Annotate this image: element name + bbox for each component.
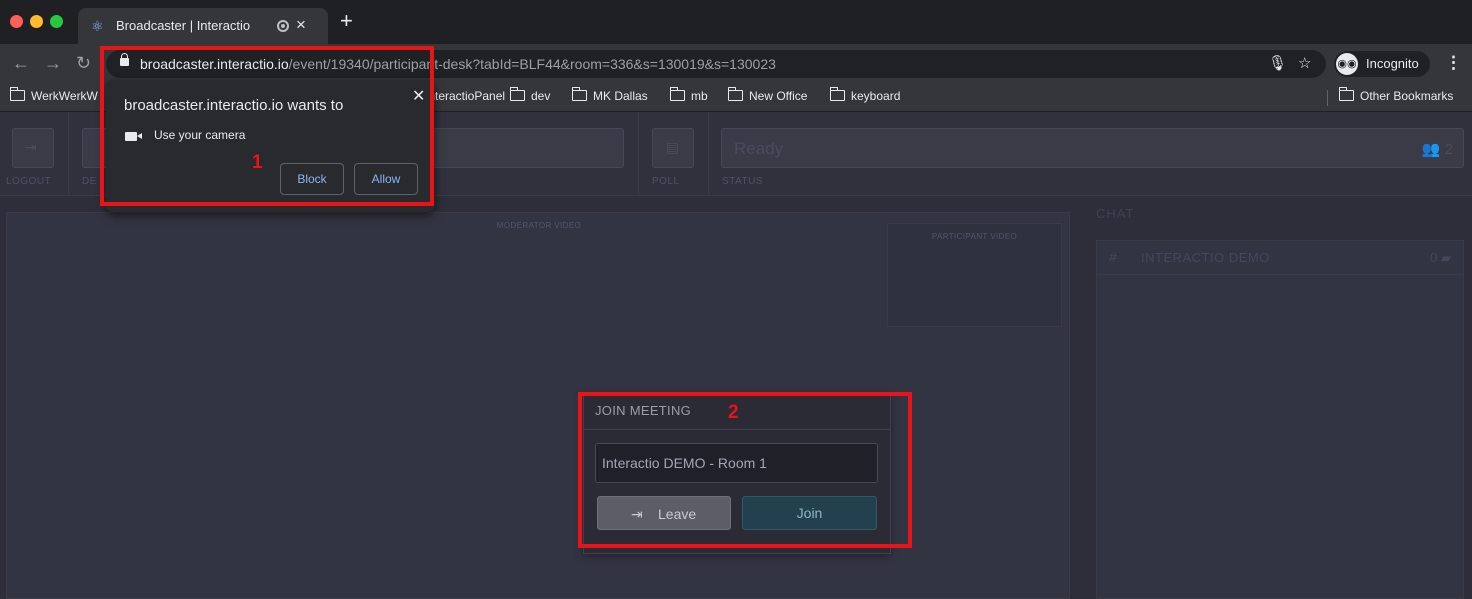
close-tab-icon[interactable]: ×: [296, 15, 306, 35]
topbar-divider: [68, 112, 69, 196]
back-arrow-icon[interactable]: ←: [12, 53, 30, 74]
bookmark-keyboard[interactable]: keyboard: [830, 87, 900, 103]
poll-button[interactable]: ▤: [652, 128, 694, 168]
status-label: STATUS: [722, 176, 763, 187]
folder-icon: [830, 87, 845, 101]
annotation-box-2: [578, 392, 912, 548]
close-window-button[interactable]: [10, 15, 23, 28]
tab-title: Broadcaster | Interactio: [116, 18, 251, 33]
microphone-icon[interactable]: 🎙: [1268, 54, 1287, 72]
annotation-number-2: 2: [728, 402, 739, 423]
topbar-divider: [708, 112, 709, 196]
browser-menu-icon[interactable]: ⋮: [1445, 53, 1462, 73]
bookmarks-divider: [1327, 90, 1328, 106]
participant-video: PARTICIPANT VIDEO: [887, 223, 1062, 327]
incognito-profile-button[interactable]: ◉◉ Incognito: [1334, 51, 1430, 77]
forward-arrow-icon[interactable]: →: [44, 53, 62, 74]
chat-unread-count: 0: [1430, 250, 1438, 265]
chat-channel-name: INTERACTIO DEMO: [1141, 250, 1270, 265]
bookmark-dev[interactable]: dev: [510, 87, 550, 103]
desk-label: DE: [82, 176, 97, 187]
other-bookmarks[interactable]: Other Bookmarks: [1339, 87, 1453, 103]
chat-label: CHAT: [1096, 206, 1135, 221]
folder-icon: [510, 87, 525, 101]
folder-icon: [728, 87, 743, 101]
minimize-window-button[interactable]: [30, 15, 43, 28]
poll-icon: ▤: [666, 139, 680, 155]
bookmark-mk-dallas[interactable]: MK Dallas: [572, 87, 648, 103]
logout-button[interactable]: ⇥: [12, 128, 54, 168]
status-field: Ready 👥 2: [721, 128, 1464, 168]
status-value: Ready: [734, 139, 784, 158]
participant-video-label: PARTICIPANT VIDEO: [931, 232, 1018, 241]
folder-icon: [670, 87, 685, 101]
browser-tab-strip: ⚛ Broadcaster | Interactio × +: [0, 0, 1472, 44]
folder-icon: [572, 87, 587, 101]
new-tab-button[interactable]: +: [340, 8, 353, 34]
browser-tab[interactable]: ⚛ Broadcaster | Interactio ×: [78, 8, 328, 44]
chat-panel: # INTERACTIO DEMO 0 ▰: [1096, 240, 1464, 599]
users-icon: 👥: [1421, 141, 1441, 158]
folder-icon: [10, 87, 25, 101]
react-favicon-icon: ⚛: [91, 18, 104, 34]
annotation-number-1: 1: [252, 152, 263, 173]
users-count: 👥 2: [1422, 140, 1453, 158]
hash-icon: #: [1109, 249, 1117, 265]
annotation-box-1: [100, 46, 434, 206]
users-count-value: 2: [1444, 141, 1453, 158]
poll-label: POLL: [652, 176, 680, 187]
bookmark-new-office[interactable]: New Office: [728, 87, 807, 103]
incognito-label: Incognito: [1366, 56, 1419, 71]
bookmark-mb[interactable]: mb: [670, 87, 708, 103]
incognito-icon: ◉◉: [1336, 53, 1358, 75]
folder-icon: [1339, 87, 1354, 101]
maximize-window-button[interactable]: [50, 15, 63, 28]
recording-indicator-icon: [277, 20, 289, 32]
topbar-divider: [638, 112, 639, 196]
bookmark-star-icon[interactable]: ☆: [1298, 54, 1311, 72]
logout-label: LOGOUT: [6, 176, 52, 187]
logout-icon: ⇥: [25, 139, 37, 155]
chat-channel-header[interactable]: # INTERACTIO DEMO 0 ▰: [1097, 241, 1463, 275]
chat-unread: 0 ▰: [1430, 250, 1451, 266]
bookmark-werkwerk[interactable]: WerkWerkW: [10, 87, 98, 103]
reload-icon[interactable]: ↻: [76, 53, 91, 74]
message-icon: ▰: [1441, 250, 1451, 265]
